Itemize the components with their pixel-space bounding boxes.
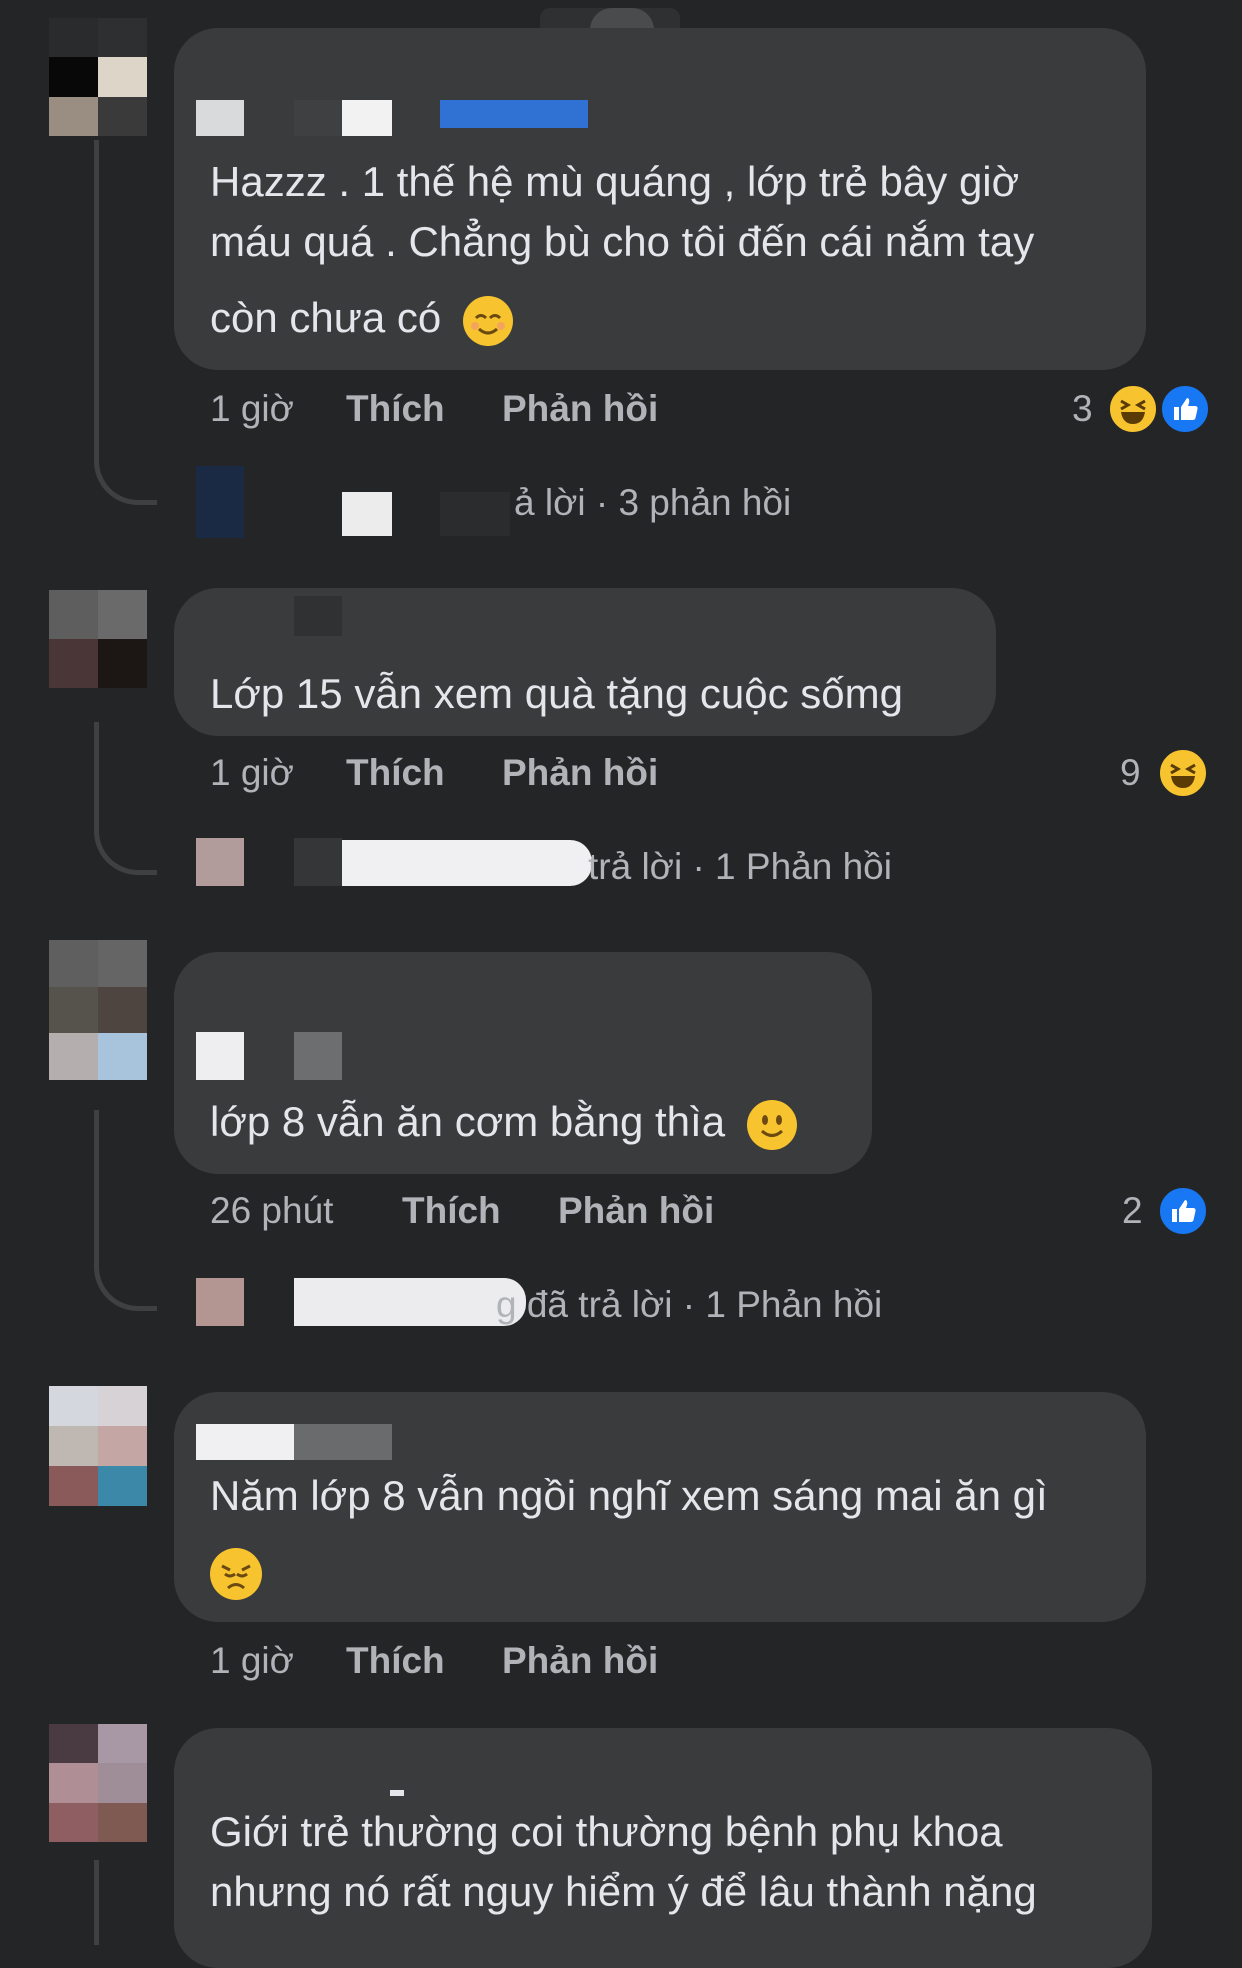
disappointed-face-emoji-icon [210, 1548, 262, 1600]
comment-time[interactable]: 26 phút [210, 1190, 333, 1232]
like-button[interactable]: Thích [346, 388, 445, 430]
reply-author-redacted[interactable] [294, 838, 342, 886]
comment-text: máu quá . Chẳng bù cho tôi đến cái nắm t… [210, 218, 1035, 265]
author-name-redacted[interactable] [196, 1032, 244, 1080]
reply-author-redacted[interactable] [342, 840, 592, 886]
comment-time[interactable]: 1 giờ [210, 752, 294, 794]
comment-text: Giới trẻ thường coi thường bệnh phụ khoa [210, 1808, 1003, 1855]
reply-author-redacted[interactable] [440, 492, 510, 536]
comment-text: nhưng nó rất nguy hiểm ý để lâu thành nặ… [210, 1868, 1037, 1915]
avatar[interactable] [49, 1386, 147, 1506]
author-name-redacted[interactable] [342, 100, 392, 136]
thread-line [94, 1860, 99, 1945]
thread-line [94, 140, 157, 505]
comment-text: Năm lớp 8 vẫn ngồi nghĩ xem sáng mai ăn … [210, 1472, 1048, 1519]
reply-button[interactable]: Phản hồi [502, 752, 658, 794]
avatar[interactable] [49, 590, 147, 688]
thumbs-up-reaction-icon [1158, 382, 1212, 436]
author-name-redacted[interactable] [294, 1032, 342, 1080]
reaction-count: 3 [1072, 388, 1093, 429]
view-replies-link[interactable]: trả lời · 1 Phản hồi [588, 846, 892, 888]
reply-button[interactable]: Phản hồi [558, 1190, 714, 1232]
thumbs-up-reaction-icon [1156, 1184, 1210, 1238]
avatar[interactable] [49, 940, 147, 1080]
reply-button[interactable]: Phản hồi [502, 388, 658, 430]
avatar[interactable] [49, 1724, 147, 1842]
relieved-face-emoji [462, 295, 513, 346]
comment-text: còn chưa có [210, 288, 513, 348]
like-button[interactable]: Thích [402, 1190, 501, 1232]
comment-text: Lớp 15 vẫn xem quà tặng cuộc sốmg [210, 670, 903, 717]
author-name-redacted[interactable] [440, 100, 588, 128]
thread-line [94, 722, 157, 875]
reply-button[interactable]: Phản hồi [502, 1640, 658, 1682]
reply-avatar-redacted[interactable] [196, 838, 244, 886]
reply-author-redacted[interactable] [342, 492, 392, 536]
laughing-face-reaction-icon [1156, 746, 1210, 800]
thread-line [94, 1110, 157, 1311]
like-button[interactable]: Thích [346, 1640, 445, 1682]
avatar[interactable] [49, 18, 147, 136]
author-name-redacted[interactable] [196, 100, 244, 136]
like-button[interactable]: Thích [346, 752, 445, 794]
reply-author-redacted[interactable] [294, 1278, 526, 1326]
comment-text: Hazzz . 1 thế hệ mù quáng , lớp trẻ bây … [210, 158, 1020, 205]
author-name-redacted[interactable] [294, 100, 342, 136]
comment-text: lớp 8 vẫn ăn cơm bằng thìa [210, 1092, 797, 1152]
author-name-redacted[interactable] [390, 1790, 404, 1796]
view-replies-link[interactable]: g đã trả lời · 1 Phản hồi [496, 1284, 882, 1326]
slightly-smiling-face-emoji [746, 1099, 797, 1150]
comment-time[interactable]: 1 giờ [210, 388, 294, 430]
author-name-redacted[interactable] [196, 1424, 294, 1460]
reaction-count: 2 [1122, 1190, 1143, 1231]
view-replies-link[interactable]: ả lời · 3 phản hồi [514, 482, 791, 524]
reply-avatar-redacted[interactable] [196, 1278, 244, 1326]
reply-avatar-redacted[interactable] [196, 466, 244, 538]
author-name-redacted[interactable] [294, 596, 342, 636]
laughing-face-reaction-icon [1106, 382, 1160, 436]
comment-time[interactable]: 1 giờ [210, 1640, 294, 1682]
author-name-redacted[interactable] [294, 1424, 392, 1460]
reaction-count: 9 [1120, 752, 1141, 793]
